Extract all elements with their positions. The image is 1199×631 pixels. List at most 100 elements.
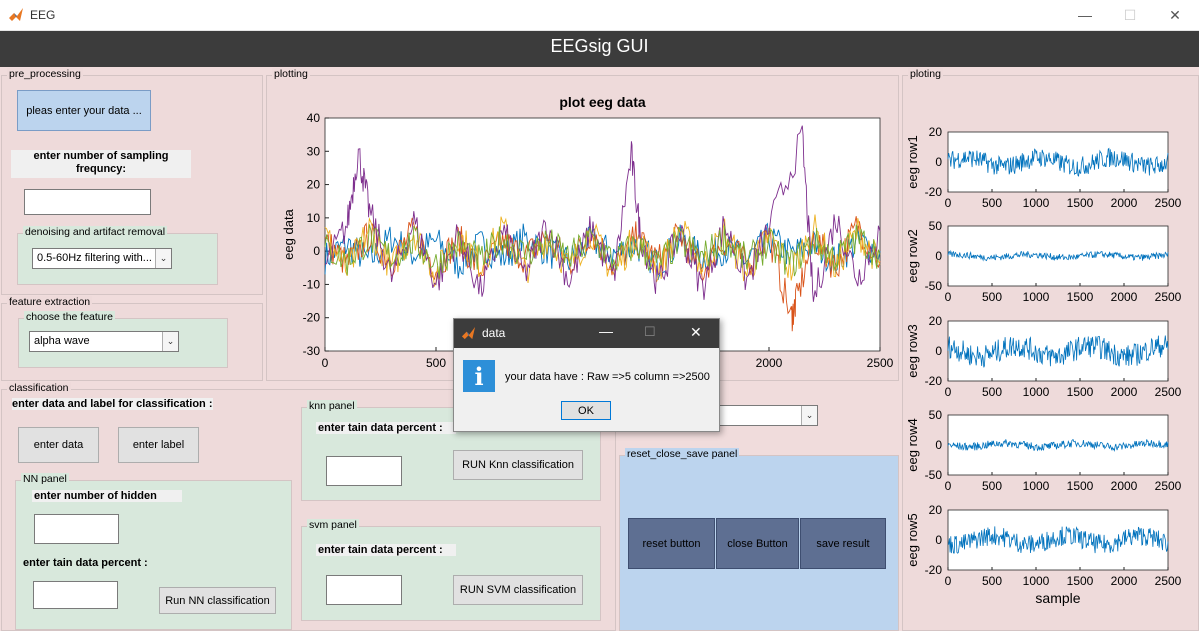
- window-title-bar: EEG — ☐ ✕: [0, 0, 1199, 31]
- run-knn-button[interactable]: RUN Knn classification: [453, 450, 583, 480]
- y-tick-label: -10: [303, 277, 321, 291]
- knn-percent-label: enter tain data percent :: [316, 422, 456, 434]
- minimize-icon[interactable]: —: [599, 323, 613, 339]
- row-x-label: sample: [1035, 590, 1080, 606]
- nn-percent-label: enter tain data percent :: [23, 557, 148, 569]
- row-x-tick-label: 0: [945, 196, 952, 210]
- row-x-tick-label: 500: [982, 574, 1002, 588]
- minimize-button[interactable]: —: [1070, 4, 1100, 26]
- panel-label: reset_close_save panel: [625, 448, 740, 460]
- enter-data-button[interactable]: pleas enter your data ...: [17, 90, 151, 131]
- denoising-selected-value: 0.5-60Hz filtering with...: [37, 252, 152, 264]
- row-y-tick-label: -20: [925, 563, 943, 577]
- eeg-rows-charts: eeg row1200-200 500 1000 1500 2000 2500eeg ro…: [905, 125, 1182, 606]
- svm-percent-input[interactable]: [326, 575, 402, 605]
- row-y-tick-label: 20: [929, 125, 943, 139]
- row-y-tick-label: -20: [925, 374, 943, 388]
- row-y-tick-label: 20: [929, 314, 943, 328]
- row-x-tick-label: 1500: [1067, 574, 1094, 588]
- run-nn-button[interactable]: Run NN classification: [159, 587, 276, 614]
- x-tick-label: 500: [426, 356, 446, 370]
- dialog-message: your data have : Raw =>5 column =>2500: [505, 371, 710, 383]
- row-y-tick-label: -50: [925, 279, 943, 293]
- row-y-tick-label: 0: [935, 344, 942, 358]
- row-x-tick-label: 1000: [1023, 196, 1050, 210]
- reset-close-save-panel: reset_close_save panel reset button clos…: [619, 448, 899, 631]
- reset-button[interactable]: reset button: [628, 518, 715, 569]
- classification-heading: enter data and label for classification …: [12, 398, 213, 410]
- y-tick-label: -30: [303, 344, 321, 358]
- row-x-tick-label: 1000: [1023, 479, 1050, 493]
- panel-label: svm panel: [307, 519, 359, 531]
- row-y-tick-label: 20: [929, 503, 943, 517]
- row-x-tick-label: 0: [945, 290, 952, 304]
- row-x-tick-label: 500: [982, 479, 1002, 493]
- knn-percent-input[interactable]: [326, 456, 402, 486]
- matlab-icon: [9, 8, 23, 21]
- row-x-tick-label: 500: [982, 385, 1002, 399]
- matlab-icon: [461, 326, 476, 340]
- chart-title: plot eeg data: [559, 94, 646, 110]
- row-x-tick-label: 0: [945, 574, 952, 588]
- chevron-down-icon: ⌄: [801, 406, 817, 425]
- sampling-frequency-input[interactable]: [24, 189, 151, 215]
- row-x-tick-label: 2500: [1155, 574, 1182, 588]
- maximize-icon: ☐: [644, 324, 656, 339]
- svm-panel: svm panel enter tain data percent : RUN …: [301, 519, 601, 621]
- run-svm-button[interactable]: RUN SVM classification: [453, 575, 583, 605]
- row-y-tick-label: 0: [935, 533, 942, 547]
- enter-label-button[interactable]: enter label: [118, 427, 199, 463]
- row-x-tick-label: 1500: [1067, 290, 1094, 304]
- y-tick-label: -20: [303, 311, 321, 325]
- row-x-tick-label: 2500: [1155, 290, 1182, 304]
- row-x-tick-label: 2000: [1111, 290, 1138, 304]
- pre-processing-panel: pre_processing pleas enter your data ...…: [1, 68, 263, 295]
- row-y-tick-label: -20: [925, 185, 943, 199]
- row-x-tick-label: 1500: [1067, 196, 1094, 210]
- enter-data-button-classification[interactable]: enter data: [18, 427, 99, 463]
- hidden-layers-input[interactable]: [34, 514, 119, 544]
- x-tick-label: 2500: [867, 356, 894, 370]
- window-title: EEG: [30, 8, 56, 22]
- close-button[interactable]: close Button: [716, 518, 799, 569]
- ploting-side-panel: ploting eeg row1 20 0 -20 0 500 1000 1500 2000 25…: [902, 68, 1199, 631]
- panel-label: classification: [7, 382, 71, 394]
- denoising-panel: denoising and artifact removal 0.5-60Hz …: [17, 226, 218, 285]
- row-y-label: eeg row2: [905, 229, 920, 282]
- close-window-button[interactable]: ✕: [1160, 4, 1190, 26]
- x-tick-label: 2000: [756, 356, 783, 370]
- close-icon[interactable]: ✕: [690, 324, 702, 341]
- row-x-tick-label: 2000: [1111, 574, 1138, 588]
- feature-select[interactable]: alpha wave ⌄: [29, 331, 179, 352]
- save-result-button[interactable]: save result: [800, 518, 886, 569]
- row-y-label: eeg row5: [905, 513, 920, 566]
- panel-label: pre_processing: [7, 68, 83, 80]
- chevron-down-icon: ⌄: [162, 332, 178, 351]
- panel-label: denoising and artifact removal: [23, 226, 168, 238]
- data-dialog: data — ☐ ✕ i your data have : Raw =>5 co…: [453, 318, 720, 432]
- panel-label: NN panel: [21, 473, 69, 485]
- panel-label: choose the feature: [24, 311, 115, 323]
- y-tick-label: 0: [313, 244, 320, 258]
- y-tick-label: 20: [307, 178, 321, 192]
- nn-percent-input[interactable]: [33, 581, 118, 609]
- y-tick-label: 40: [307, 111, 321, 125]
- row-y-label: eeg row1: [905, 135, 920, 188]
- feature-selected-value: alpha wave: [34, 335, 90, 347]
- x-tick-label: 0: [322, 356, 329, 370]
- row-y-tick-label: -50: [925, 468, 943, 482]
- row-y-tick-label: 50: [929, 219, 943, 233]
- maximize-button[interactable]: ☐: [1115, 4, 1145, 26]
- row-plot-area: [947, 320, 1169, 382]
- denoising-select[interactable]: 0.5-60Hz filtering with... ⌄: [32, 248, 172, 269]
- row-x-tick-label: 1500: [1067, 479, 1094, 493]
- row-x-tick-label: 2000: [1111, 479, 1138, 493]
- ok-button[interactable]: OK: [561, 401, 611, 420]
- feature-extraction-panel: feature extraction choose the feature al…: [1, 296, 263, 381]
- row-plot-area: [947, 414, 1169, 476]
- sampling-frequency-label: enter number of sampling frequncy:: [11, 150, 191, 178]
- y-tick-label: 10: [307, 211, 321, 225]
- row-x-tick-label: 2500: [1155, 196, 1182, 210]
- row-x-tick-label: 0: [945, 479, 952, 493]
- row-x-tick-label: 2500: [1155, 479, 1182, 493]
